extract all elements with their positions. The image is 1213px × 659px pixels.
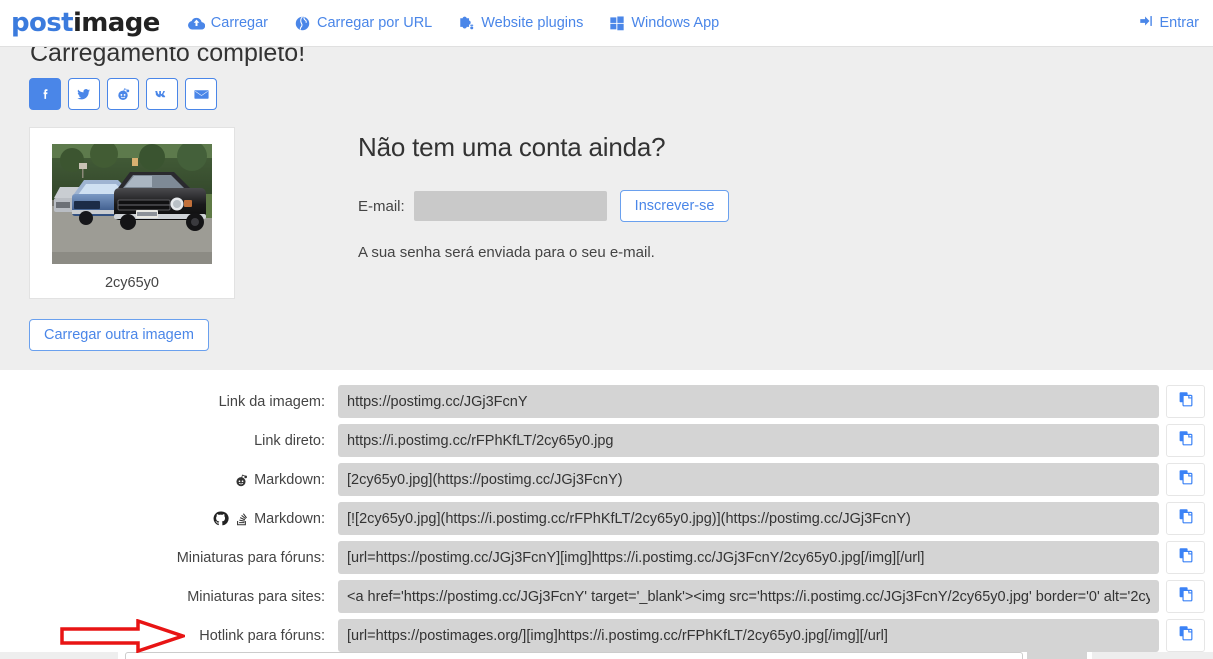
link-label: Hotlink para fóruns:	[199, 627, 325, 644]
link-row-direct-link: Link direto:	[0, 424, 1213, 457]
facebook-icon	[38, 87, 53, 102]
link-input-reddit-markdown[interactable]	[338, 463, 1159, 496]
nav-item-website-plugins[interactable]: Website plugins	[458, 15, 583, 32]
email-field[interactable]	[413, 191, 607, 221]
link-input-hotlink-forums[interactable]	[338, 619, 1159, 652]
login-label: Entrar	[1159, 15, 1200, 31]
link-input-website-thumbnails[interactable]	[338, 580, 1159, 613]
share-email-button[interactable]	[185, 78, 217, 110]
puzzle-icon	[458, 15, 475, 32]
site-header: postimage Carregar Carregar por URL Webs…	[0, 0, 1213, 47]
stackoverflow-icon	[234, 511, 249, 527]
nav-item-upload-by-url[interactable]: Carregar por URL	[294, 15, 432, 32]
nav-item-label: Carregar por URL	[317, 15, 433, 31]
copy-button-github-markdown[interactable]	[1166, 502, 1205, 535]
copy-icon	[1178, 469, 1194, 490]
github-icon	[212, 510, 229, 527]
share-twitter-button[interactable]	[68, 78, 100, 110]
subscribe-button[interactable]: Inscrever-se	[619, 190, 730, 222]
nav-item-label: Windows App	[631, 15, 720, 31]
link-label: Link da imagem:	[218, 393, 325, 410]
email-label: E-mail:	[358, 197, 405, 215]
link-row-image-link: Link da imagem:	[0, 385, 1213, 418]
logo-post-text: post	[11, 8, 74, 38]
upload-another-label: Carregar outra imagem	[44, 327, 194, 343]
copy-icon	[1178, 508, 1194, 529]
copy-icon	[1178, 586, 1194, 607]
copy-button-hotlink-forums[interactable]	[1166, 619, 1205, 652]
share-links-section: Link da imagem: Link direto:	[0, 370, 1213, 658]
upload-complete-panel: Carregamento completo! 2cy65y0 Carregar …	[0, 0, 1213, 370]
copy-icon	[1178, 391, 1194, 412]
sign-in-icon	[1138, 13, 1154, 33]
link-label: Markdown:	[0, 510, 338, 527]
uploaded-image-card[interactable]: 2cy65y0	[29, 127, 235, 299]
copy-icon	[1178, 625, 1194, 646]
link-input-direct-link[interactable]	[338, 424, 1159, 457]
link-label: Miniaturas para sites:	[187, 588, 325, 605]
nav-item-upload[interactable]: Carregar	[187, 15, 268, 32]
reddit-icon	[115, 86, 131, 102]
signup-heading: Não tem uma conta ainda?	[358, 132, 666, 162]
nav-item-label: Website plugins	[481, 15, 584, 31]
link-label: Miniaturas para fóruns:	[176, 549, 325, 566]
copy-button-direct-link[interactable]	[1166, 424, 1205, 457]
share-reddit-button[interactable]	[107, 78, 139, 110]
copy-button-website-thumbnails[interactable]	[1166, 580, 1205, 613]
link-label: Link direto:	[254, 432, 325, 449]
signup-note: A sua senha será enviada para o seu e-ma…	[358, 244, 655, 261]
link-row-github-markdown: Markdown:	[0, 502, 1213, 535]
signup-section: Não tem uma conta ainda? E-mail: Inscrev…	[358, 132, 878, 261]
reddit-icon	[233, 472, 249, 488]
next-row-input-partial[interactable]	[125, 652, 1023, 659]
copy-button-image-link[interactable]	[1166, 385, 1205, 418]
link-row-hotlink-forums: Hotlink para fóruns:	[0, 619, 1213, 652]
cloud-upload-icon	[187, 15, 205, 32]
copy-button-reddit-markdown[interactable]	[1166, 463, 1205, 496]
share-facebook-button[interactable]	[29, 78, 61, 110]
thumbnail-image[interactable]	[52, 144, 212, 264]
next-row-left-gap	[0, 652, 118, 659]
site-logo[interactable]: postimage	[11, 10, 160, 36]
link-row-reddit-markdown: Markdown:	[0, 463, 1213, 496]
windows-icon	[609, 15, 625, 31]
main-nav: Carregar Carregar por URL Website plugin…	[187, 15, 719, 32]
nav-item-label: Carregar	[210, 15, 268, 31]
link-row-website-thumbnails: Miniaturas para sites:	[0, 580, 1213, 613]
vk-icon	[153, 85, 171, 103]
nav-item-windows-app[interactable]: Windows App	[609, 15, 719, 31]
signup-form: E-mail: Inscrever-se	[358, 190, 878, 222]
next-row-mid-gap	[1027, 652, 1087, 659]
share-vk-button[interactable]	[146, 78, 178, 110]
next-row-partial	[0, 652, 1213, 659]
next-row-right-gap	[1092, 652, 1213, 659]
envelope-icon	[193, 86, 210, 103]
copy-icon	[1178, 430, 1194, 451]
link-input-github-markdown[interactable]	[338, 502, 1159, 535]
logo-image-text: image	[72, 8, 160, 38]
link-label: Markdown:	[0, 472, 338, 488]
thumbnail-name: 2cy65y0	[104, 275, 159, 291]
twitter-icon	[76, 86, 92, 102]
copy-icon	[1178, 547, 1194, 568]
login-link[interactable]: Entrar	[1138, 13, 1200, 33]
share-buttons	[29, 78, 217, 110]
link-input-image-link[interactable]	[338, 385, 1159, 418]
link-input-forum-thumbnails[interactable]	[338, 541, 1159, 574]
globe-icon	[294, 15, 311, 32]
link-row-forum-thumbnails: Miniaturas para fóruns:	[0, 541, 1213, 574]
copy-button-forum-thumbnails[interactable]	[1166, 541, 1205, 574]
upload-another-button[interactable]: Carregar outra imagem	[29, 319, 209, 351]
